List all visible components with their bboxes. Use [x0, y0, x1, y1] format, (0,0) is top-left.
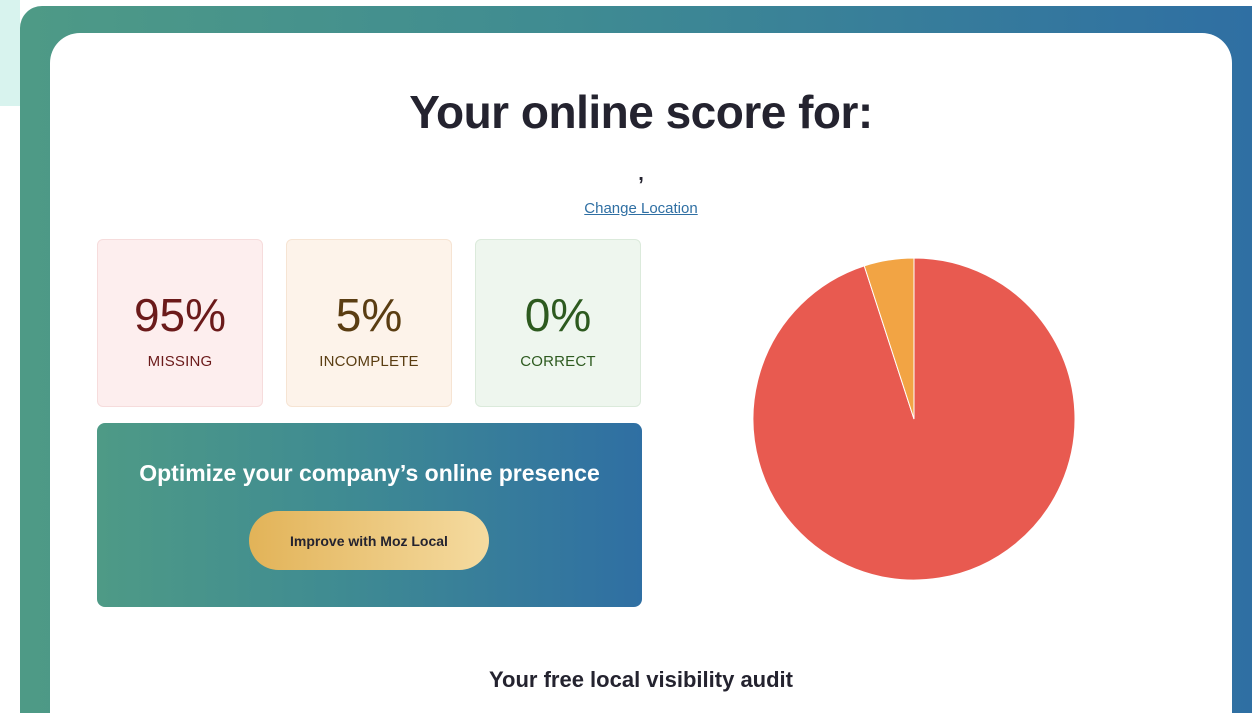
stat-incomplete-label: INCOMPLETE	[319, 353, 419, 370]
change-location-link[interactable]: Change Location	[50, 200, 1232, 217]
improve-with-moz-local-button[interactable]: Improve with Moz Local	[249, 511, 489, 570]
stat-missing-value: 95%	[133, 289, 227, 341]
background-accent-strip	[0, 0, 20, 106]
page-title: Your online score for:	[409, 86, 873, 138]
stat-correct-label: CORRECT	[520, 353, 596, 370]
audit-title: Your free local visibility audit	[488, 667, 793, 692]
promo-heading: Optimize your company’s online presence	[139, 460, 600, 486]
stat-correct: 0% CORRECT	[475, 239, 641, 407]
stat-missing: 95% MISSING	[97, 239, 263, 407]
score-pie-chart	[752, 257, 1076, 581]
pie-chart-svg	[752, 257, 1076, 581]
stat-incomplete-value: 5%	[335, 289, 403, 341]
stat-missing-label: MISSING	[147, 353, 213, 370]
location-text: ,	[638, 163, 644, 185]
stat-incomplete: 5% INCOMPLETE	[286, 239, 452, 407]
stat-correct-value: 0%	[524, 289, 592, 341]
promo-banner: Optimize your company’s online presence …	[97, 423, 642, 607]
